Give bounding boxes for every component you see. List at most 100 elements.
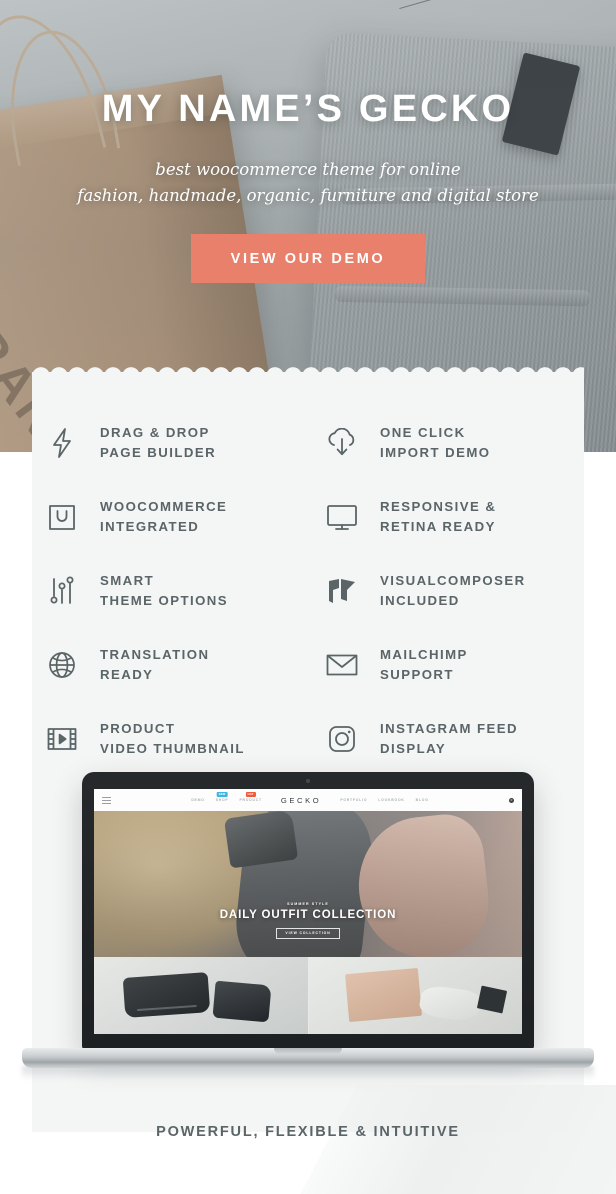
- feature-line1: SMART: [100, 572, 155, 588]
- webcam-icon: [306, 779, 310, 783]
- preview-nav-item[interactable]: DEMO: [191, 798, 204, 802]
- feature-line2: SUPPORT: [380, 667, 454, 682]
- feature-line1: VISUALCOMPOSER: [380, 572, 526, 588]
- nav-badge-hot: HOT: [245, 792, 256, 797]
- preview-hero-text: SUMMER STYLE DAILY OUTFIT COLLECTION VIE…: [94, 902, 522, 939]
- content-card: DRAG & DROP PAGE BUILDER ONE CLICK IMPOR…: [22, 362, 594, 1132]
- preview-nav-item[interactable]: LOOKBOOK: [378, 798, 404, 802]
- cart-count-badge: 0: [509, 797, 514, 803]
- globe-icon: [40, 643, 84, 687]
- feature-product-video-thumbnail: PRODUCT VIDEO THUMBNAIL: [32, 702, 308, 776]
- feature-label: TRANSLATION READY: [100, 645, 209, 686]
- laptop-notch: [274, 1048, 342, 1054]
- scalloped-edge: [32, 362, 584, 376]
- feature-label: PRODUCT VIDEO THUMBNAIL: [100, 719, 245, 760]
- feature-label: RESPONSIVE & RETINA READY: [380, 497, 496, 538]
- monitor-icon: [320, 495, 364, 539]
- feature-one-click-import-demo: ONE CLICK IMPORT DEMO: [308, 406, 584, 480]
- feature-line1: MAILCHIMP: [380, 646, 468, 662]
- preview-nav-label: PORTFOLIO: [340, 798, 368, 802]
- feature-label: WOOCOMMERCE INTEGRATED: [100, 497, 227, 538]
- feature-label: VISUALCOMPOSER INCLUDED: [380, 571, 526, 612]
- preview-nav-item[interactable]: NEW SHOP: [215, 792, 229, 802]
- feature-line2: PAGE BUILDER: [100, 445, 217, 460]
- cart-icon[interactable]: 0: [509, 797, 514, 803]
- feature-label: ONE CLICK IMPORT DEMO: [380, 423, 490, 464]
- feature-line2: READY: [100, 667, 154, 682]
- view-demo-button[interactable]: VIEW OUR DEMO: [190, 234, 426, 284]
- preview-nav-item[interactable]: HOT PRODUCT: [239, 792, 262, 802]
- laptop-mockup: DEMO NEW SHOP HOT PRODUCT GECKO PORTFOLIO …: [22, 772, 594, 1102]
- feature-mailchimp-support: MAILCHIMP SUPPORT: [308, 628, 584, 702]
- hero-subtitle-line1: best woocommerce theme for online: [155, 160, 461, 179]
- preview-nav-item[interactable]: BLOG: [416, 798, 429, 802]
- feature-smart-theme-options: SMART THEME OPTIONS: [32, 554, 308, 628]
- laptop-base: [22, 1048, 594, 1068]
- product-tag-image: [477, 985, 508, 1014]
- hero-subtitle: best woocommerce theme for online fashio…: [0, 157, 616, 208]
- preview-nav-label: DEMO: [191, 798, 205, 802]
- preview-hero-eyebrow: SUMMER STYLE: [287, 902, 329, 906]
- preview-product-grid: [94, 957, 522, 1034]
- preview-nav-label: LOOKBOOK: [378, 798, 405, 802]
- nav-badge-new: NEW: [216, 792, 228, 797]
- preview-nav-label: BLOG: [415, 798, 429, 802]
- lightning-bolt-icon: [40, 421, 84, 465]
- cloud-download-icon: [320, 421, 364, 465]
- footer-tagline: POWERFUL, FLEXIBLE & INTUITIVE: [156, 1124, 460, 1140]
- preview-nav-label: SHOP: [215, 798, 229, 802]
- feature-line1: INSTAGRAM FEED: [380, 720, 519, 736]
- feature-line1: RESPONSIVE &: [380, 498, 497, 514]
- preview-navbar: DEMO NEW SHOP HOT PRODUCT GECKO PORTFOLIO …: [94, 789, 522, 811]
- hero-subtitle-line2: fashion, handmade, organic, furniture an…: [77, 185, 539, 205]
- product-boot-image: [212, 980, 271, 1023]
- feature-line2: INCLUDED: [380, 593, 460, 608]
- feature-line2: THEME OPTIONS: [100, 593, 229, 608]
- feature-line2: RETINA READY: [380, 519, 496, 534]
- preview-brand-logo: GECKO: [280, 795, 322, 805]
- feature-responsive-retina-ready: RESPONSIVE & RETINA READY: [308, 480, 584, 554]
- preview-hero-title: DAILY OUTFIT COLLECTION: [219, 909, 397, 921]
- preview-product-cell[interactable]: [307, 957, 522, 1034]
- preview-product-cell[interactable]: [94, 957, 308, 1034]
- hamburger-menu-icon[interactable]: [102, 796, 111, 804]
- page-title: MY NAME’S GECKO: [101, 88, 515, 130]
- product-handbag-image: [122, 972, 211, 1019]
- hero-content: MY NAME’S GECKO best woocommerce theme f…: [0, 0, 616, 284]
- preview-hero-button[interactable]: VIEW COLLECTION: [276, 927, 340, 939]
- laptop-lid: DEMO NEW SHOP HOT PRODUCT GECKO PORTFOLIO …: [82, 772, 534, 1050]
- laptop-screen: DEMO NEW SHOP HOT PRODUCT GECKO PORTFOLIO …: [94, 789, 522, 1034]
- promo-page: BRAND MY NAME’S GECKO best woocommerce t…: [0, 0, 616, 1194]
- feature-line2: VIDEO THUMBNAIL: [100, 741, 245, 756]
- feature-line1: TRANSLATION: [100, 646, 210, 662]
- feature-line2: IMPORT DEMO: [380, 445, 491, 460]
- preview-nav-label: PRODUCT: [239, 798, 262, 802]
- preview-nav-item[interactable]: PORTFOLIO: [340, 798, 367, 802]
- feature-instagram-feed-display: INSTAGRAM FEED DISPLAY: [308, 702, 584, 776]
- instagram-icon: [320, 717, 364, 761]
- film-play-icon: [40, 717, 84, 761]
- preview-hero-banner: SUMMER STYLE DAILY OUTFIT COLLECTION VIE…: [94, 811, 522, 957]
- shopping-bag-icon: [40, 495, 84, 539]
- feature-label: SMART THEME OPTIONS: [100, 571, 228, 612]
- feature-woocommerce-integrated: WOOCOMMERCE INTEGRATED: [32, 480, 308, 554]
- feature-label: INSTAGRAM FEED DISPLAY: [380, 719, 518, 760]
- feature-line1: ONE CLICK: [380, 424, 466, 440]
- sliders-icon: [40, 569, 84, 613]
- product-lace-image: [417, 983, 482, 1023]
- feature-label: MAILCHIMP SUPPORT: [380, 645, 468, 686]
- product-paperbag-image: [344, 967, 422, 1022]
- features-list: DRAG & DROP PAGE BUILDER ONE CLICK IMPOR…: [32, 406, 584, 776]
- feature-drag-drop-page-builder: DRAG & DROP PAGE BUILDER: [32, 406, 308, 480]
- laptop-shadow: [22, 1066, 594, 1080]
- feature-line2: DISPLAY: [380, 741, 447, 756]
- feature-line2: INTEGRATED: [100, 519, 200, 534]
- envelope-icon: [320, 643, 364, 687]
- feature-visualcomposer-included: VISUALCOMPOSER INCLUDED: [308, 554, 584, 628]
- feature-translation-ready: TRANSLATION READY: [32, 628, 308, 702]
- visualcomposer-icon: [320, 569, 364, 613]
- feature-line1: PRODUCT: [100, 720, 176, 736]
- feature-line1: WOOCOMMERCE: [100, 498, 228, 514]
- feature-line1: DRAG & DROP: [100, 424, 210, 440]
- feature-label: DRAG & DROP PAGE BUILDER: [100, 423, 216, 464]
